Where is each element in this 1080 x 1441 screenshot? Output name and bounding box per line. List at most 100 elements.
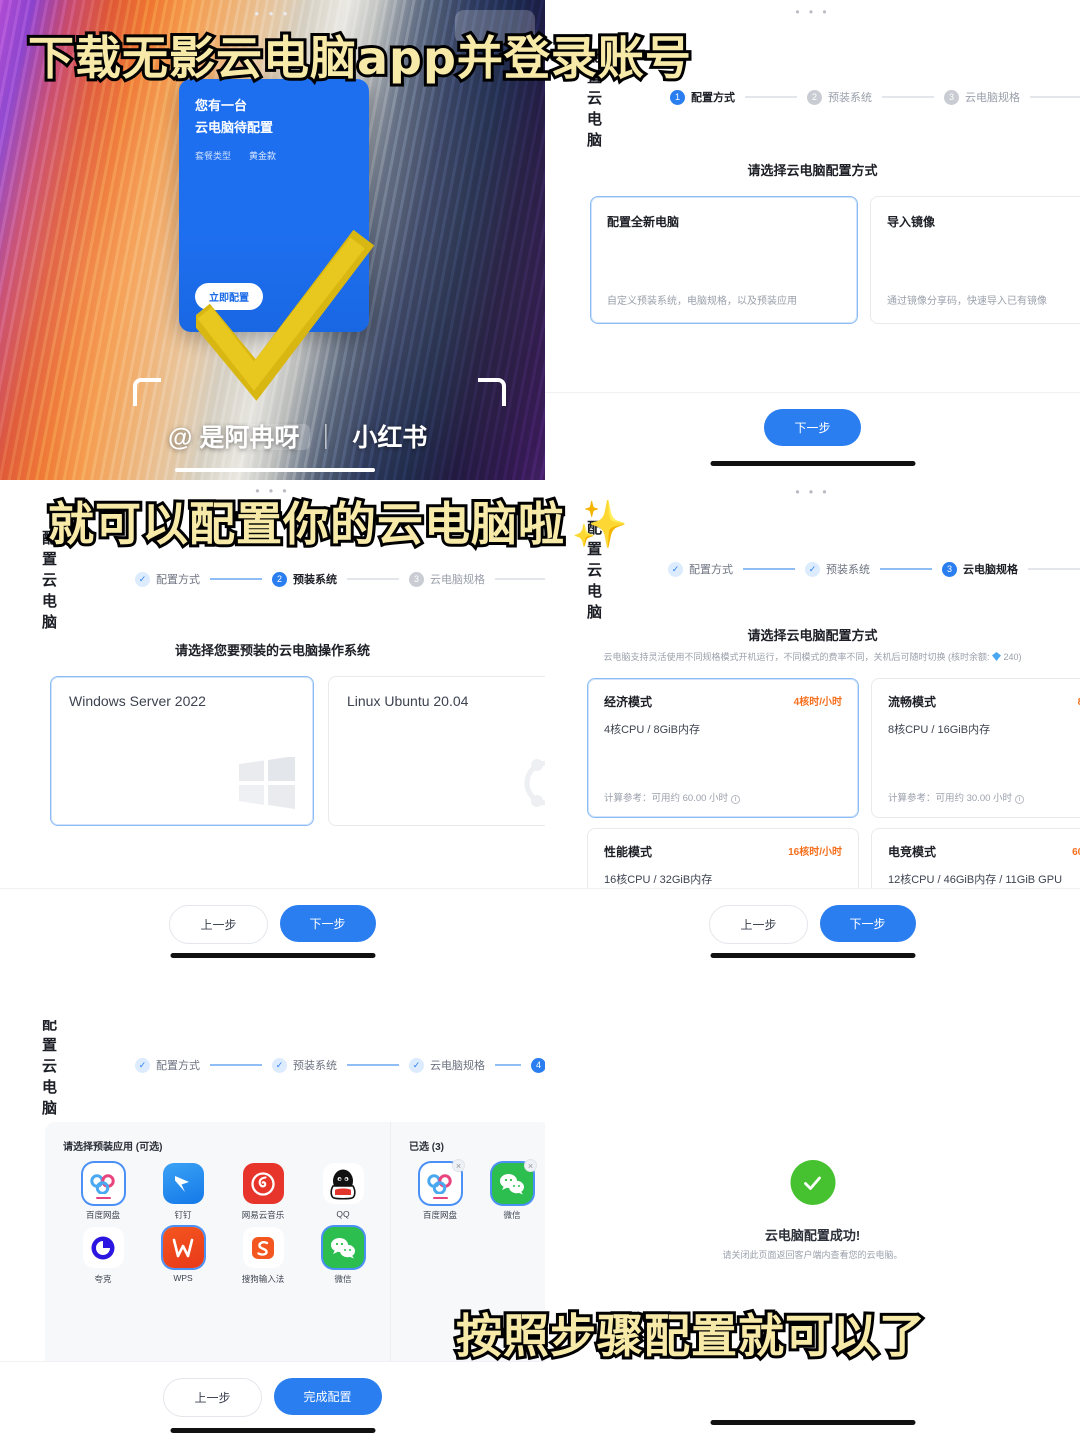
remove-icon[interactable]: ×: [524, 1159, 537, 1172]
frame-bracket-top-left: [133, 378, 161, 406]
available-apps-pane: 请选择预装应用 (可选) 百度网盘 钉钉 网易云音乐 QQ 夸克 WPS 搜狗输…: [45, 1122, 390, 1369]
panel-success: 云电脑配置成功! 请关闭此页面返回客户端内查看您的云电脑。: [545, 1020, 1080, 1441]
frame-bracket-top-right: [478, 378, 506, 406]
option-card-import-image[interactable]: 导入镜像 通过镜像分享码，快速导入已有镜像: [870, 196, 1080, 324]
app-label: 夸克: [94, 1274, 112, 1284]
option-card-import-image-desc: 通过镜像分享码，快速导入已有镜像: [887, 296, 1047, 307]
app-item-qq[interactable]: QQ: [303, 1163, 383, 1221]
app-item-dingtalk[interactable]: 钉钉: [143, 1163, 223, 1221]
app-item-quark[interactable]: 夸克: [63, 1227, 143, 1285]
wechat-icon: [322, 1227, 364, 1268]
page-title: 配置云电脑: [42, 1020, 58, 1117]
selected-app-baidu-netdisk[interactable]: × 百度网盘: [409, 1159, 471, 1221]
app-label: QQ: [336, 1209, 350, 1219]
step-3[interactable]: 3 云电脑规格: [944, 89, 1020, 105]
step-indicator: ✓ 配置方式 ✓ 预装系统 ✓ 云电脑规格 4: [135, 1057, 545, 1073]
sogou-input-icon: [242, 1227, 284, 1268]
caption-step-2-text: 就可以配置你的云电脑啦: [45, 494, 567, 554]
step-3-check-icon: ✓: [409, 1057, 425, 1073]
step-3-label: 云电脑规格: [965, 92, 1021, 104]
step-connector-1: [745, 96, 798, 98]
watermark-handle: @ 是阿冉呀: [168, 424, 300, 452]
package-type-value: 黄金款: [249, 151, 277, 161]
step-1[interactable]: ✓ 配置方式: [135, 1057, 200, 1073]
card-line-1: 您有一台: [195, 98, 248, 113]
configure-now-button[interactable]: 立即配置: [195, 283, 263, 310]
quark-icon: [82, 1227, 124, 1268]
step1-heading-text: 请选择云电脑配置方式: [747, 163, 878, 178]
step-1[interactable]: 1 配置方式: [670, 89, 735, 105]
step-connector-3: [1030, 96, 1080, 98]
caption-step-3: 按照步骤配置就可以了: [453, 1306, 928, 1366]
step-indicator: 1 配置方式 2 预装系统 3 云电脑规格: [670, 89, 1080, 105]
screenshot-collage: • • • 您有一台 云电脑待配置 套餐类型 黄金款 立即配置 @ 是阿冉呀 ｜ 小红…: [0, 0, 1080, 1441]
prev-button[interactable]: 上一步: [163, 1378, 262, 1417]
app-item-wps[interactable]: WPS: [143, 1227, 223, 1285]
remove-icon[interactable]: ×: [452, 1159, 465, 1172]
step-3-number: 3: [944, 89, 960, 105]
step-2-check-icon: ✓: [272, 1057, 288, 1073]
watermark-platform: 小红书: [352, 424, 428, 452]
app-label: 网易云音乐: [241, 1210, 285, 1220]
next-button[interactable]: 下一步: [764, 409, 861, 446]
option-card-new-pc-title: 配置全新电脑: [607, 215, 680, 229]
app-item-netease-music[interactable]: 网易云音乐: [223, 1163, 303, 1221]
app-item-baidu-netdisk[interactable]: 百度网盘: [63, 1163, 143, 1221]
package-type-label: 套餐类型: [195, 151, 232, 161]
selected-apps-row: × 百度网盘 × 微信: [409, 1159, 545, 1221]
watermark-separator: ｜: [313, 424, 339, 452]
card-line-2: 云电脑待配置: [195, 120, 274, 135]
cloud-pc-card[interactable]: 您有一台 云电脑待配置 套餐类型 黄金款 立即配置: [179, 79, 369, 332]
app-label: 微信: [334, 1274, 352, 1284]
step-connector-2: [347, 1064, 400, 1066]
success-check-icon: [790, 1160, 835, 1205]
bottom-dots: • • •: [795, 485, 830, 499]
step-4-number: 4: [531, 1057, 545, 1073]
app-item-sogou-input[interactable]: 搜狗输入法: [223, 1227, 303, 1285]
app-label: 搜狗输入法: [241, 1274, 285, 1284]
option-card-new-pc[interactable]: 配置全新电脑 自定义预装系统，电脑规格，以及预装应用: [590, 196, 858, 324]
success-subtitle: 请关闭此页面返回客户端内查看您的云电脑。: [722, 1250, 903, 1260]
step-2-number: 2: [807, 89, 823, 105]
card-meta: 套餐类型 黄金款: [195, 149, 276, 162]
wizard-footer: 下一步: [545, 392, 1080, 480]
netease-music-icon: [242, 1163, 284, 1204]
step-3[interactable]: ✓ 云电脑规格: [409, 1057, 485, 1073]
step-1-number: 1: [670, 89, 686, 105]
step-1-check-icon: ✓: [135, 1057, 151, 1073]
finish-button[interactable]: 完成配置: [273, 1378, 382, 1415]
step1-heading: 请选择云电脑配置方式: [545, 160, 1080, 179]
home-indicator: [170, 1428, 375, 1433]
status-dots: • • •: [795, 5, 830, 19]
available-apps-grid: 百度网盘 钉钉 网易云音乐 QQ 夸克 WPS 搜狗输入法 微信: [63, 1163, 390, 1285]
app-label: 百度网盘: [85, 1210, 120, 1220]
dingtalk-icon: [162, 1163, 204, 1204]
qq-icon: [322, 1163, 364, 1204]
step-3-label: 云电脑规格: [430, 1060, 486, 1072]
app-item-wechat[interactable]: 微信: [303, 1227, 383, 1285]
step-connector-2: [882, 96, 935, 98]
step-4[interactable]: 4: [531, 1057, 545, 1073]
selected-apps-heading: 已选 (3): [409, 1142, 444, 1153]
watermark-underline: [175, 468, 375, 472]
option-card-new-pc-desc: 自定义预装系统，电脑规格，以及预装应用: [607, 296, 797, 307]
step-2-label: 预装系统: [828, 92, 873, 104]
step-2-label: 预装系统: [293, 1060, 338, 1072]
watermark: @ 是阿冉呀 ｜ 小红书: [168, 418, 427, 454]
bottom-dots: • • •: [255, 484, 290, 498]
baidu-netdisk-icon: [82, 1163, 124, 1204]
wizard-header: 配置云电脑 ✓ 配置方式 ✓ 预装系统 ✓ 云电脑规格 4: [0, 1020, 545, 1117]
step-2[interactable]: 2 预装系统: [807, 89, 872, 105]
app-label: 百度网盘: [422, 1210, 457, 1220]
step-1-label: 配置方式: [691, 92, 736, 104]
step-2[interactable]: ✓ 预装系统: [272, 1057, 337, 1073]
success-title: 云电脑配置成功!: [764, 1228, 861, 1243]
step-1-label: 配置方式: [156, 1060, 201, 1072]
panel-step-2-os: • • • 配置云电脑 ✓ 配置方式 2 预装系统 3 云电脑规格 请选择您要预…: [0, 480, 545, 980]
app-label: 钉钉: [174, 1210, 192, 1220]
selected-app-wechat[interactable]: × 微信: [481, 1159, 543, 1221]
caption-step-2: 就可以配置你的云电脑啦 ✨: [45, 488, 630, 554]
caption-step-1: 下载无影云电脑app并登录账号: [25, 28, 694, 88]
sparkles-icon: ✨: [571, 497, 630, 551]
panel-step-3-specs: • • • 配置云电脑 ✓ 配置方式 ✓ 预装系统 3 云电脑规格 请选择云电脑…: [545, 480, 1080, 980]
